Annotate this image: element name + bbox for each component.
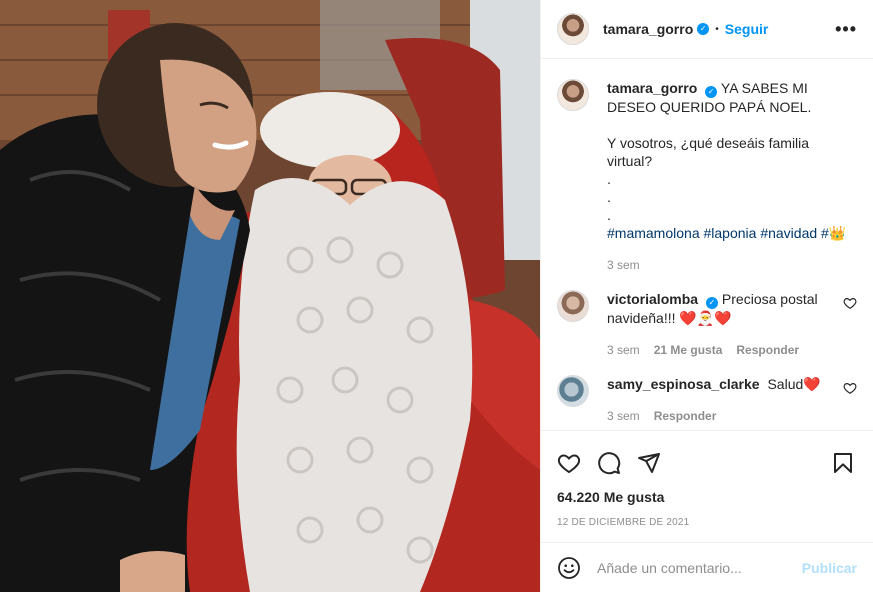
header-separator: • bbox=[715, 23, 719, 35]
verified-badge-icon: ✓ bbox=[706, 297, 719, 309]
verified-badge-icon: ✓ bbox=[705, 86, 718, 98]
commenter-username[interactable]: samy_espinosa_clarke bbox=[607, 376, 760, 392]
comment-meta: 3 sem Responder bbox=[607, 407, 837, 425]
caption-body: tamara_gorro ✓ YA SABES MI DESEO QUERIDO … bbox=[607, 79, 857, 274]
caption-dot: . bbox=[607, 171, 611, 187]
crown-emoji: 👑 bbox=[828, 225, 847, 241]
caption-dot: . bbox=[607, 189, 611, 205]
photo-illustration bbox=[0, 0, 540, 592]
post-header: tamara_gorro ✓ • Seguir ••• bbox=[541, 0, 873, 59]
send-icon bbox=[638, 453, 660, 473]
add-comment-bar: Publicar bbox=[541, 542, 873, 592]
comment-emoji: ❤️ bbox=[803, 376, 821, 392]
comment-item: samy_espinosa_clarke Salud❤️ 3 sem Respo… bbox=[557, 375, 857, 425]
comment-time[interactable]: 3 sem bbox=[607, 341, 640, 359]
comment-time[interactable]: 3 sem bbox=[607, 407, 640, 425]
action-icons-row bbox=[557, 443, 857, 483]
comments-list: tamara_gorro ✓ YA SABES MI DESEO QUERIDO … bbox=[541, 59, 873, 430]
verified-badge-icon: ✓ bbox=[697, 23, 710, 35]
comment-icon bbox=[598, 452, 621, 475]
comment-body: samy_espinosa_clarke Salud❤️ 3 sem Respo… bbox=[607, 375, 837, 425]
post-date[interactable]: 12 DE DICIEMBRE DE 2021 bbox=[557, 517, 857, 528]
post-photo[interactable] bbox=[0, 0, 540, 592]
caption-meta: 3 sem bbox=[607, 256, 857, 274]
caption-dot: . bbox=[607, 207, 611, 223]
reply-button[interactable]: Responder bbox=[654, 407, 717, 425]
bookmark-icon bbox=[834, 453, 852, 473]
author-username[interactable]: tamara_gorro bbox=[603, 21, 693, 37]
heart-icon bbox=[557, 454, 581, 474]
commenter-avatar[interactable] bbox=[557, 375, 589, 407]
comment-input[interactable] bbox=[597, 559, 802, 576]
save-button[interactable] bbox=[831, 443, 857, 483]
comment-meta: 3 sem 21 Me gusta Responder bbox=[607, 341, 837, 359]
reply-button[interactable]: Responder bbox=[736, 341, 799, 359]
comment-item: victorialomba ✓ Preciosa postal navideña!… bbox=[557, 290, 857, 359]
caption-text-line2: Y vosotros, ¿qué deseáis familia virtual… bbox=[607, 135, 810, 169]
comment-emoji: ❤️🎅❤️ bbox=[679, 310, 732, 326]
comment-like-heart-icon[interactable] bbox=[843, 296, 857, 310]
caption-hashtags[interactable]: #mamamolona #laponia #navidad # bbox=[607, 225, 829, 241]
publish-button[interactable]: Publicar bbox=[802, 560, 857, 576]
more-options-icon[interactable]: ••• bbox=[835, 19, 857, 40]
caption-username[interactable]: tamara_gorro bbox=[607, 80, 697, 96]
instagram-post-dialog: tamara_gorro ✓ • Seguir ••• tamara_gorro… bbox=[0, 0, 873, 592]
caption-time[interactable]: 3 sem bbox=[607, 256, 640, 274]
emoji-icon[interactable] bbox=[557, 556, 581, 580]
likes-count[interactable]: 64.220 Me gusta bbox=[557, 489, 857, 505]
comment-button[interactable] bbox=[597, 443, 637, 483]
post-side-panel: tamara_gorro ✓ • Seguir ••• tamara_gorro… bbox=[540, 0, 873, 592]
commenter-avatar[interactable] bbox=[557, 290, 589, 322]
follow-button[interactable]: Seguir bbox=[725, 21, 769, 37]
post-caption: tamara_gorro ✓ YA SABES MI DESEO QUERIDO … bbox=[557, 79, 857, 274]
caption-avatar[interactable] bbox=[557, 79, 589, 111]
post-actions: 64.220 Me gusta 12 DE DICIEMBRE DE 2021 bbox=[541, 430, 873, 542]
share-button[interactable] bbox=[637, 443, 677, 483]
comment-like-heart-icon[interactable] bbox=[843, 381, 857, 395]
author-avatar[interactable] bbox=[557, 13, 589, 45]
commenter-username[interactable]: victorialomba bbox=[607, 291, 698, 307]
comment-likes[interactable]: 21 Me gusta bbox=[654, 341, 723, 359]
comment-body: victorialomba ✓ Preciosa postal navideña!… bbox=[607, 290, 837, 359]
like-button[interactable] bbox=[557, 443, 597, 483]
comment-text: Salud bbox=[767, 376, 804, 392]
